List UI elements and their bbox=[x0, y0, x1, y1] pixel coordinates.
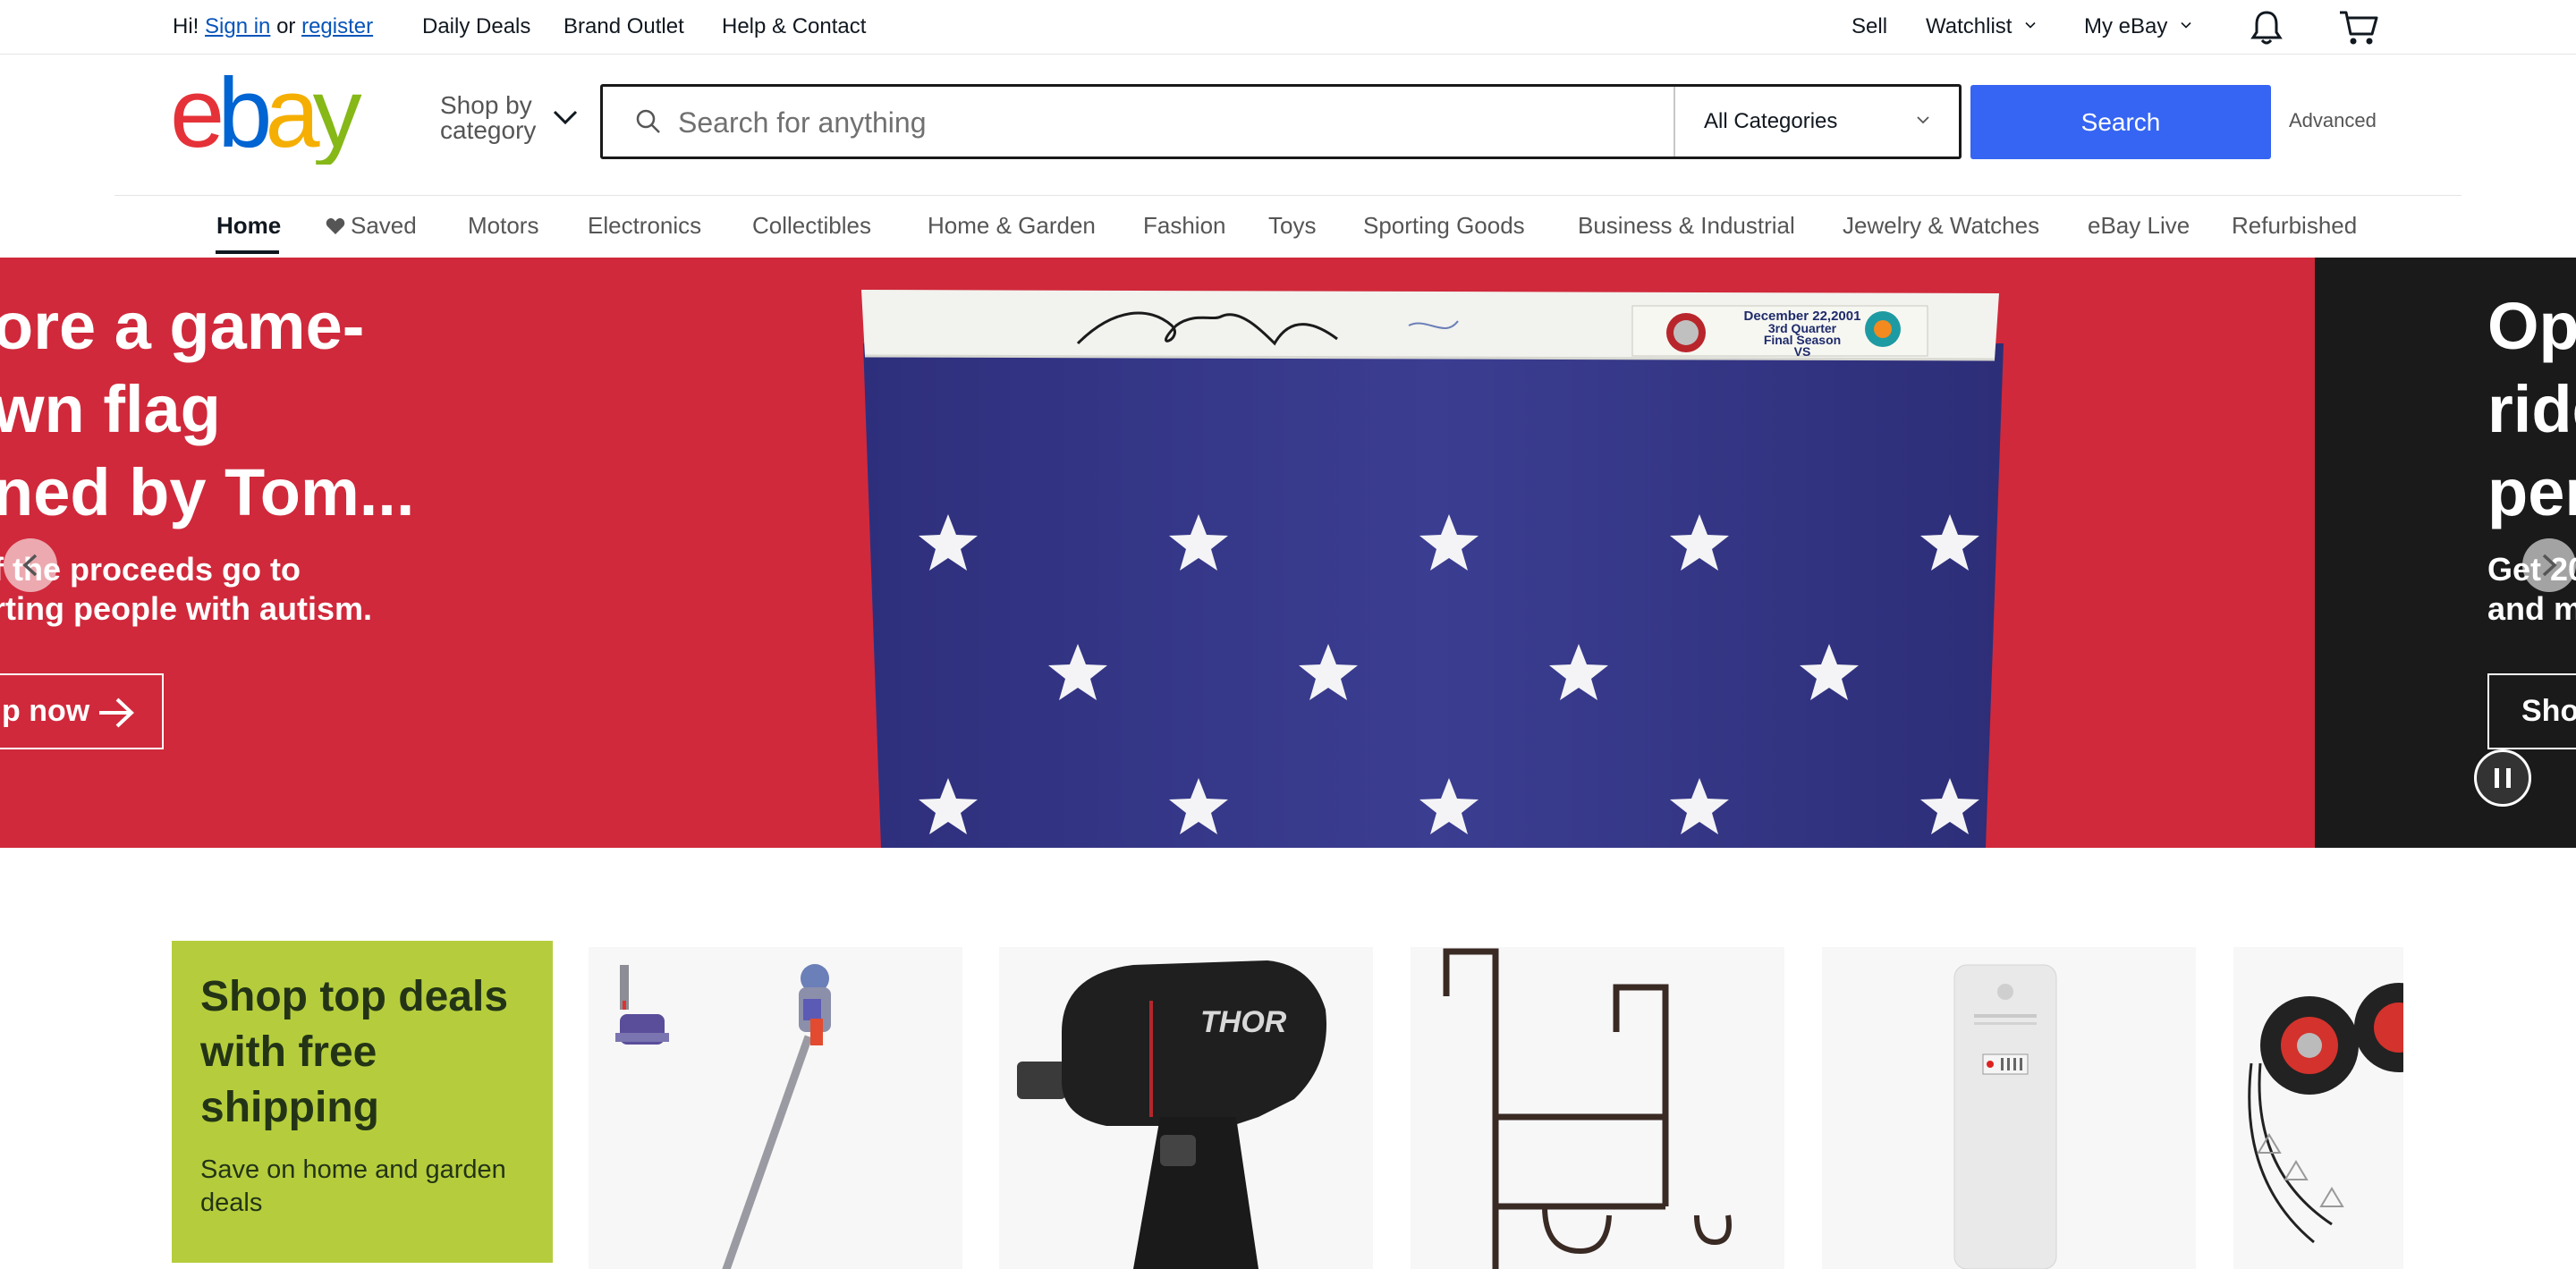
hero-shop-now-button[interactable]: p now bbox=[0, 673, 164, 749]
search-button[interactable]: Search bbox=[1970, 85, 2271, 159]
flag-text: VS bbox=[1794, 344, 1811, 359]
deals-title: Shop top deals with free shipping bbox=[200, 973, 509, 1131]
hero-subtitle-line: f the proceeds go to bbox=[0, 551, 301, 588]
signed-flag-image: December 22,2001 3rd Quarter Final Seaso… bbox=[861, 290, 2004, 848]
search-input[interactable] bbox=[676, 96, 1574, 149]
nav-active-indicator bbox=[216, 250, 279, 254]
pause-icon bbox=[2495, 768, 2499, 788]
nav-item-home-garden[interactable]: Home & Garden bbox=[928, 212, 1096, 239]
my-ebay-menu[interactable]: My eBay bbox=[2084, 13, 2191, 40]
nav-item-refurbished[interactable]: Refurbished bbox=[2232, 212, 2357, 239]
weather-sensor-image bbox=[1953, 964, 2057, 1269]
hero-next-subtitle-line: and m bbox=[2487, 590, 2576, 627]
cart-icon[interactable] bbox=[2338, 9, 2379, 47]
watchlist-label: Watchlist bbox=[1926, 14, 2012, 38]
svg-text:ebay: ebay bbox=[170, 75, 362, 165]
sell-link[interactable]: Sell bbox=[1852, 13, 1887, 40]
nav-item-collectibles[interactable]: Collectibles bbox=[752, 212, 871, 239]
deals-promo-card[interactable]: Shop top deals with free shipping Save o… bbox=[172, 941, 553, 1263]
hero-next-title: Op ride per bbox=[2487, 284, 2576, 534]
nav-item-business-industrial[interactable]: Business & Industrial bbox=[1578, 212, 1795, 239]
shop-by-category-label: Shop by category bbox=[440, 91, 537, 144]
help-contact-link[interactable]: Help & Contact bbox=[722, 13, 866, 40]
hero-title-line: ore a game- bbox=[0, 289, 365, 363]
greeting: Hi! Sign in or register bbox=[173, 13, 373, 40]
greeting-text: Hi! bbox=[173, 14, 199, 38]
shop-by-category-button[interactable]: Shop by category bbox=[440, 93, 583, 150]
nav-item-motors[interactable]: Motors bbox=[468, 212, 538, 239]
category-select[interactable]: All Categories bbox=[1674, 87, 1959, 157]
chevron-right-icon bbox=[2542, 554, 2557, 577]
search-icon bbox=[636, 109, 660, 133]
category-nav: Home Saved Motors Electronics Collectibl… bbox=[0, 196, 2576, 257]
nav-item-saved[interactable]: Saved bbox=[326, 212, 417, 239]
search-bar: All Categories bbox=[600, 84, 1962, 159]
deals-subtitle: Save on home and garden deals bbox=[200, 1155, 506, 1217]
deal-tile-bike-parts[interactable] bbox=[2233, 947, 2403, 1269]
pause-icon bbox=[2506, 768, 2511, 788]
nav-item-jewelry-watches[interactable]: Jewelry & Watches bbox=[1843, 212, 2039, 239]
nav-item-ebay-live[interactable]: eBay Live bbox=[2088, 212, 2190, 239]
carousel-pause-button[interactable] bbox=[2474, 749, 2531, 807]
hero-next-title-line: Op bbox=[2487, 289, 2576, 363]
hero-shop-now-label: p now bbox=[2, 694, 90, 728]
hero-title-line: ned by Tom... bbox=[0, 455, 415, 529]
chevron-left-icon bbox=[22, 554, 38, 577]
brand-outlet-link[interactable]: Brand Outlet bbox=[564, 13, 684, 40]
hero-subtitle: f the proceeds go to rting people with a… bbox=[0, 550, 458, 629]
hero-next-shop-button[interactable]: Shop bbox=[2487, 673, 2576, 749]
deal-tile-weather-sensor[interactable] bbox=[1822, 947, 2196, 1269]
hero-carousel: ore a game- wn flag ned by Tom... f the … bbox=[0, 258, 2576, 848]
hero-title-line: wn flag bbox=[0, 372, 221, 446]
or-text: or bbox=[276, 14, 296, 38]
chevron-down-icon bbox=[553, 110, 578, 125]
impact-wrench-image: THOR bbox=[1017, 960, 1326, 1269]
deal-tile-impact-wrench[interactable]: THOR bbox=[999, 947, 1373, 1269]
hero-next-title-line: per bbox=[2487, 455, 2576, 529]
deal-tile-door-hanger[interactable] bbox=[1411, 947, 1784, 1269]
arrow-right-icon bbox=[99, 698, 134, 728]
hero-slide-current[interactable]: ore a game- wn flag ned by Tom... f the … bbox=[0, 258, 2315, 848]
nav-item-fashion[interactable]: Fashion bbox=[1143, 212, 1226, 239]
bell-icon[interactable] bbox=[2249, 9, 2284, 47]
ebay-logo[interactable]: ebay bbox=[170, 75, 385, 165]
nav-item-saved-label: Saved bbox=[351, 212, 417, 239]
bike-parts-image bbox=[2248, 983, 2403, 1244]
door-hanger-image bbox=[1443, 948, 1732, 1269]
my-ebay-label: My eBay bbox=[2084, 14, 2168, 38]
deal-tile-vacuum[interactable] bbox=[589, 947, 962, 1269]
advanced-search-link[interactable]: Advanced bbox=[2289, 109, 2377, 132]
daily-deals-link[interactable]: Daily Deals bbox=[422, 13, 530, 40]
category-select-value: All Categories bbox=[1704, 109, 1838, 133]
nav-item-electronics[interactable]: Electronics bbox=[588, 212, 701, 239]
hero-subtitle-line: rting people with autism. bbox=[0, 590, 373, 627]
nav-item-sporting-goods[interactable]: Sporting Goods bbox=[1363, 212, 1525, 239]
nav-item-home[interactable]: Home bbox=[216, 212, 281, 239]
top-utility-bar: Hi! Sign in or register Daily Deals Bran… bbox=[0, 0, 2576, 55]
watchlist-menu[interactable]: Watchlist bbox=[1926, 13, 2036, 40]
hero-title: ore a game- wn flag ned by Tom... bbox=[0, 284, 494, 534]
thor-label: THOR bbox=[1200, 1005, 1287, 1039]
vacuum-image bbox=[615, 964, 831, 1269]
hero-next-title-line: ride bbox=[2487, 372, 2576, 446]
carousel-prev-button[interactable] bbox=[4, 538, 57, 592]
heart-icon bbox=[326, 218, 345, 234]
nav-item-toys[interactable]: Toys bbox=[1268, 212, 1316, 239]
register-link[interactable]: register bbox=[301, 14, 373, 38]
chevron-down-icon bbox=[2025, 21, 2036, 29]
chevron-down-icon bbox=[2181, 21, 2191, 29]
chevron-down-icon bbox=[1917, 116, 1929, 124]
sign-in-link[interactable]: Sign in bbox=[205, 14, 270, 38]
carousel-next-button[interactable] bbox=[2522, 538, 2576, 592]
